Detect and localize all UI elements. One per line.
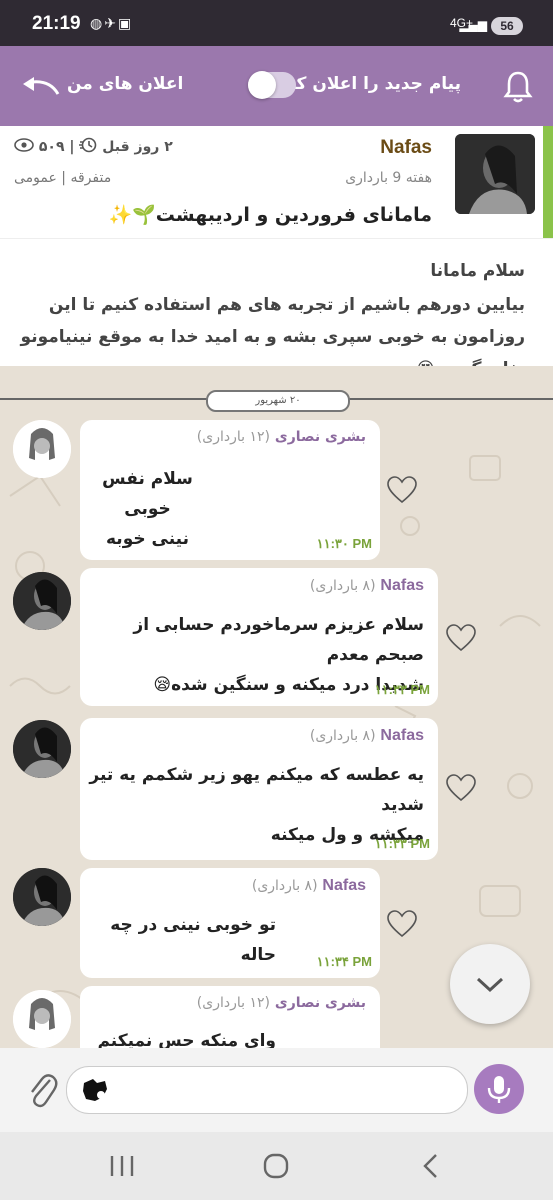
message-time: ۱۱:۳۴ PM: [316, 954, 372, 969]
heart-icon[interactable]: [446, 774, 476, 802]
message-line: سلام عزیزم سرماخوردم حسابی از صبحم معدم: [133, 615, 424, 665]
message-sender[interactable]: بشری نصاری (۱۲ بارداری): [197, 429, 366, 445]
composer-bar: [0, 1048, 553, 1132]
message-line: یه عطسه که میکنم یهو زیر شکمم یه تیر شدی…: [89, 765, 424, 815]
message-avatar[interactable]: [13, 720, 71, 778]
author-avatar[interactable]: [455, 134, 535, 214]
message-time: ۱۱:۳۳ PM: [374, 836, 430, 851]
sender-week: (۸ بارداری): [309, 728, 376, 744]
message-avatar[interactable]: [13, 990, 71, 1048]
post-pregnancy-week: هفته 9 بارداری: [345, 170, 432, 186]
message-line: تو خوبی نینی در چه حاله: [110, 915, 276, 965]
sender-name: بشری نصاری: [274, 429, 366, 445]
message-text: یه عطسه که میکنم یهو زیر شکمم یه تیر شدی…: [80, 760, 424, 850]
post-meta: ۲ روز قبل | ۵۰۹: [14, 137, 173, 155]
message-line: وای منکه حس نمیکنم باردارم😑: [97, 1031, 276, 1048]
notification-icons: ◍✈▣: [90, 16, 134, 32]
message-sender[interactable]: Nafas (۸ بارداری): [252, 877, 366, 895]
sender-week: (۸ بارداری): [251, 878, 318, 894]
post-views: ۵۰۹: [38, 139, 65, 155]
sender-name: Nafas: [322, 877, 366, 894]
message-text: سلام عزیزم سرماخوردم حسابی از صبحم معدم …: [80, 610, 424, 700]
message-sender[interactable]: Nafas (۸ بارداری): [310, 577, 424, 595]
battery-indicator: 56: [491, 17, 523, 35]
heart-icon[interactable]: [387, 476, 417, 504]
message-sender[interactable]: Nafas (۸ بارداری): [310, 727, 424, 745]
sender-week: (۸ بارداری): [309, 578, 376, 594]
back-icon[interactable]: [412, 1152, 452, 1180]
message-text: وای منکه حس نمیکنم باردارم😑: [80, 1026, 276, 1048]
message-bubble[interactable]: Nafas (۸ بارداری) تو خوبی نینی در چه حال…: [80, 868, 380, 978]
message-bubble[interactable]: بشری نصاری (۱۲ بارداری) وای منکه حس نمیک…: [80, 986, 380, 1048]
sender-name: Nafas: [380, 727, 424, 744]
system-nav-bar: [0, 1132, 553, 1200]
mic-icon: [487, 1076, 511, 1103]
my-ads-link[interactable]: اعلان های من: [67, 74, 183, 94]
meta-divider: |: [69, 139, 75, 155]
toggle-knob: [248, 71, 276, 99]
chevron-down-icon: [476, 977, 504, 993]
clock-icon: [79, 137, 97, 153]
back-arrow-icon[interactable]: [20, 76, 60, 98]
status-time: 21:19: [32, 13, 81, 34]
post-greeting: سلام مامانا: [430, 261, 525, 281]
scroll-down-button[interactable]: [450, 944, 530, 1024]
post-author[interactable]: Nafas: [380, 137, 432, 159]
post-body: سلام مامانا بیایین دورهم باشیم از تجربه …: [0, 238, 553, 379]
accent-bar: [543, 126, 553, 238]
notify-toggle[interactable]: [248, 71, 296, 99]
message-bubble[interactable]: Nafas (۸ بارداری) یه عطسه که میکنم یهو ز…: [80, 718, 438, 860]
message-time: ۱۱:۳۰ PM: [316, 536, 372, 551]
message-sender[interactable]: بشری نصاری (۱۲ بارداری): [197, 995, 366, 1011]
message-avatar[interactable]: [13, 420, 71, 478]
status-bar: 21:19 ◍✈▣ 4G+ ▂▄▆ 56: [0, 0, 553, 46]
top-bar: پیام جدید را اعلان کن اعلان های من: [0, 46, 553, 126]
mic-button[interactable]: [474, 1064, 524, 1114]
sender-name: بشری نصاری: [274, 995, 366, 1011]
message-avatar[interactable]: [13, 868, 71, 926]
message-avatar[interactable]: [13, 572, 71, 630]
message-line: سلام نفس خوبی: [102, 469, 193, 519]
bell-icon[interactable]: [503, 70, 533, 104]
recents-icon[interactable]: [102, 1152, 142, 1180]
message-input[interactable]: [66, 1066, 468, 1114]
message-bubble[interactable]: Nafas (۸ بارداری) سلام عزیزم سرماخوردم ح…: [80, 568, 438, 706]
message-line: شدیدا درد میکنه و سنگین شده😪: [153, 675, 424, 695]
message-time: ۱۱:۳۳ PM: [374, 682, 430, 697]
post-title: مامانای فروردین و اردیبهشت🌱✨: [108, 204, 432, 226]
sender-week: (۱۲ بارداری): [196, 429, 270, 445]
notify-new-message-label: پیام جدید را اعلان کن: [281, 74, 461, 94]
message-line: نینی خوبه: [106, 529, 189, 549]
chat-area[interactable]: ۲۰ شهریور بشری نصاری (۱۲ بارداری) سلام ن…: [0, 366, 553, 1048]
post-category: متفرقه | عمومی: [14, 170, 112, 186]
eye-icon: [14, 138, 34, 152]
heart-icon[interactable]: [387, 910, 417, 938]
post-time-ago: ۲ روز قبل: [102, 139, 173, 155]
sticker-icon[interactable]: [81, 1077, 109, 1103]
message-text: تو خوبی نینی در چه حاله: [80, 910, 276, 970]
paperclip-icon[interactable]: [26, 1068, 58, 1110]
post-card[interactable]: Nafas هفته 9 بارداری مامانای فروردین و ا…: [0, 126, 553, 238]
message-bubble[interactable]: بشری نصاری (۱۲ بارداری) سلام نفس خوبی نی…: [80, 420, 380, 560]
signal-icon: ▂▄▆: [459, 18, 487, 32]
heart-icon[interactable]: [446, 624, 476, 652]
message-text: سلام نفس خوبی نینی خوبه: [80, 464, 215, 554]
date-chip: ۲۰ شهریور: [206, 390, 350, 412]
home-icon[interactable]: [256, 1152, 296, 1180]
message-line: میکشه و ول میکنه: [270, 825, 424, 845]
sender-name: Nafas: [380, 577, 424, 594]
sender-week: (۱۲ بارداری): [196, 995, 270, 1011]
